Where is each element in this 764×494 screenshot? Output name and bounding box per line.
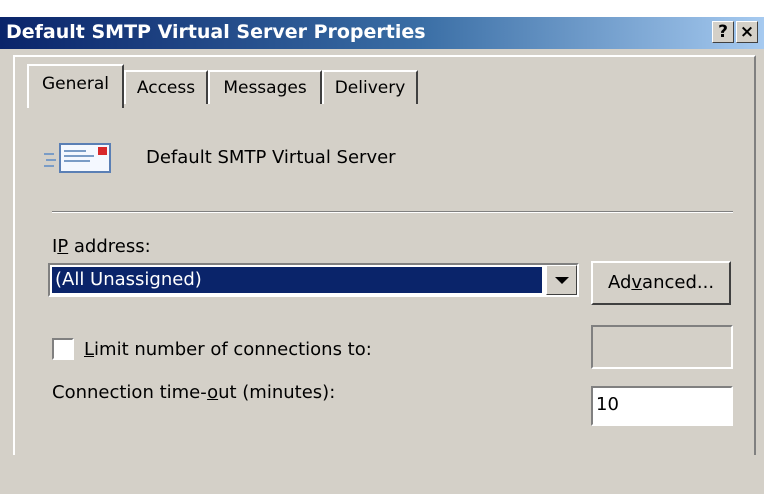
server-name: Default SMTP Virtual Server [146, 147, 396, 168]
tab-delivery[interactable]: Delivery [322, 70, 418, 104]
help-button[interactable]: ? [712, 21, 734, 43]
advanced-button[interactable]: Advanced... [591, 261, 731, 305]
tab-messages[interactable]: Messages [208, 70, 322, 104]
limit-connections-checkbox[interactable] [52, 338, 74, 360]
chevron-down-icon[interactable] [546, 265, 577, 295]
tab-access[interactable]: Access [124, 70, 208, 104]
close-button[interactable]: × [736, 21, 758, 43]
title-bar: Default SMTP Virtual Server Properties ?… [0, 17, 764, 49]
separator-line [52, 211, 733, 213]
limit-connections-field [591, 325, 733, 369]
connection-timeout-field[interactable]: 10 [591, 386, 733, 426]
tab-general[interactable]: General [27, 64, 124, 108]
ip-address-select[interactable]: (All Unassigned) [48, 263, 579, 297]
ip-address-value: (All Unassigned) [51, 266, 543, 294]
mail-server-icon [44, 143, 111, 173]
connection-timeout-label: Connection time-out (minutes): [52, 382, 336, 403]
limit-connections-label: Limit number of connections to: [84, 339, 372, 360]
ip-address-label: IP address: [52, 236, 151, 257]
window-title: Default SMTP Virtual Server Properties [6, 21, 426, 43]
